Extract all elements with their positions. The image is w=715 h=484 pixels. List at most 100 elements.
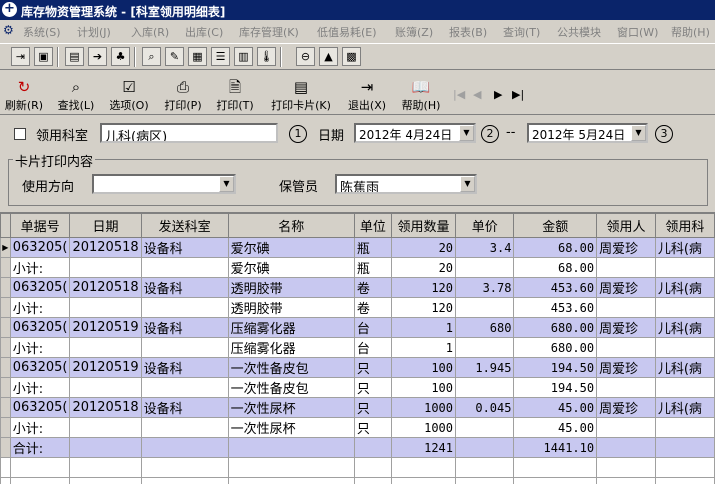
subtotal-row[interactable]: 小计: 透明胶带卷 120 453.60 xyxy=(0,297,715,318)
last-record-icon[interactable]: ▶| xyxy=(512,88,524,101)
table-cell[interactable]: 1241 xyxy=(390,437,457,458)
table-cell[interactable] xyxy=(140,257,229,278)
print-t-button[interactable]: 🗎 打印(T) xyxy=(212,77,258,113)
table-cell[interactable] xyxy=(596,417,656,438)
menu-system[interactable]: 系统(S) xyxy=(23,24,61,40)
keeper-select[interactable]: 陈蕉雨 ▼ xyxy=(335,174,477,194)
find-button[interactable]: ⌕ 查找(L) xyxy=(54,77,98,113)
table-cell[interactable]: 20120519 xyxy=(69,317,142,338)
subtotal-row[interactable]: 小计: 一次性尿杯只 1000 45.00 xyxy=(0,417,715,438)
date-from-picker[interactable]: 2012年 4月24日 ▼ xyxy=(354,123,476,143)
next-record-icon[interactable]: ▶ xyxy=(494,88,502,101)
menu-outbound[interactable]: 出库(C) xyxy=(185,24,223,40)
column-header[interactable]: 金额 xyxy=(513,213,598,238)
table-cell[interactable]: 只 xyxy=(353,397,392,418)
subtotal-row[interactable]: 小计: 一次性备皮包只 100 194.50 xyxy=(0,377,715,398)
direction-select[interactable]: ▼ xyxy=(92,174,236,194)
column-header[interactable]: 单据号 xyxy=(9,213,71,238)
table-cell[interactable]: 压缩雾化器 xyxy=(227,337,355,358)
table-cell[interactable]: 瓶 xyxy=(353,257,392,278)
table-cell[interactable]: 小计: xyxy=(9,417,71,438)
chevron-down-icon[interactable]: ▼ xyxy=(460,176,475,192)
inbox-icon[interactable]: ▥ xyxy=(234,47,253,66)
table-cell[interactable] xyxy=(596,257,656,278)
detail-grid[interactable]: 单据号 日期 发送科室 名称 单位 领用数量 单价 金额 领用人 领用科 ▶ 06… xyxy=(0,212,715,484)
table-row[interactable]: 063205(20120519 设备科 一次性备皮包只 100 1.945 194.50 周… xyxy=(0,357,715,378)
date-to-picker[interactable]: 2012年 5月24日 ▼ xyxy=(527,123,648,143)
table-cell[interactable]: 063205( xyxy=(9,397,71,418)
dept-field[interactable]: 儿科(病区) xyxy=(100,123,278,143)
table-cell[interactable]: 一次性尿杯 xyxy=(227,397,355,418)
export-icon[interactable]: ➔ xyxy=(88,47,107,66)
minus-circle-icon[interactable]: ⊖ xyxy=(296,47,315,66)
grid-icon[interactable]: ▦ xyxy=(188,47,207,66)
table-cell[interactable]: 爱尔碘 xyxy=(227,257,355,278)
table-cell[interactable]: 设备科 xyxy=(140,317,229,338)
table-cell[interactable]: 台 xyxy=(353,317,392,338)
table-cell[interactable]: 680.00 xyxy=(513,337,598,358)
thermometer-icon[interactable]: 🌡 xyxy=(257,47,276,66)
table-cell[interactable]: 瓶 xyxy=(353,237,392,258)
table-cell[interactable]: 儿科(病 xyxy=(654,357,715,378)
table-cell[interactable]: 小计: xyxy=(9,337,71,358)
table-cell[interactable] xyxy=(69,377,142,398)
table-cell[interactable] xyxy=(69,257,142,278)
table-cell[interactable]: 680 xyxy=(455,317,515,338)
table-cell[interactable]: 只 xyxy=(353,417,392,438)
print-card-button[interactable]: ▤ 打印卡片(K) xyxy=(266,77,336,113)
table-cell[interactable]: 063205( xyxy=(9,237,71,258)
table-cell[interactable]: 透明胶带 xyxy=(227,297,355,318)
chevron-down-icon[interactable]: ▼ xyxy=(459,125,474,141)
chevron-down-icon[interactable]: ▼ xyxy=(631,125,646,141)
document-icon[interactable]: ▤ xyxy=(65,47,84,66)
table-cell[interactable]: 1 xyxy=(390,317,457,338)
table-cell[interactable]: 周爱珍 xyxy=(596,237,656,258)
column-header[interactable]: 单价 xyxy=(455,213,515,238)
table-cell[interactable]: 20120518 xyxy=(69,237,142,258)
table-cell[interactable]: 周爱珍 xyxy=(596,357,656,378)
prev-record-icon[interactable]: ◀ xyxy=(473,88,481,101)
table-cell[interactable]: 120 xyxy=(390,277,457,298)
table-cell[interactable]: 1 xyxy=(390,337,457,358)
table-cell[interactable]: 0.045 xyxy=(455,397,515,418)
table-cell[interactable]: 设备科 xyxy=(140,277,229,298)
table-cell[interactable] xyxy=(654,297,715,318)
menu-window[interactable]: 窗口(W) xyxy=(617,24,658,40)
table-cell[interactable]: 小计: xyxy=(9,297,71,318)
table-cell[interactable] xyxy=(596,297,656,318)
first-record-icon[interactable]: |◀ xyxy=(453,88,465,101)
table-cell[interactable]: 3.78 xyxy=(455,277,515,298)
column-header[interactable]: 名称 xyxy=(227,213,355,238)
table-cell[interactable] xyxy=(140,377,229,398)
table-cell[interactable] xyxy=(654,417,715,438)
menu-common[interactable]: 公共模块 xyxy=(557,24,601,40)
table-cell[interactable]: 1000 xyxy=(390,397,457,418)
table-cell[interactable]: 小计: xyxy=(9,257,71,278)
table-cell[interactable] xyxy=(596,437,656,458)
table-cell[interactable]: 卷 xyxy=(353,297,392,318)
table-cell[interactable]: 063205( xyxy=(9,317,71,338)
table-row[interactable]: ▶ 063205(20120518 设备科 爱尔碘瓶 20 3.4 68.00 周爱珍 儿科(病 xyxy=(0,237,715,258)
table-cell[interactable]: 1441.10 xyxy=(513,437,598,458)
table-cell[interactable]: 周爱珍 xyxy=(596,397,656,418)
table-cell[interactable]: 20120518 xyxy=(69,397,142,418)
books-icon[interactable]: ▲ xyxy=(319,47,338,66)
subtotal-row[interactable]: 小计: 爱尔碘瓶 20 68.00 xyxy=(0,257,715,278)
table-cell[interactable] xyxy=(455,377,515,398)
table-cell[interactable] xyxy=(69,297,142,318)
column-header[interactable]: 领用人 xyxy=(596,213,656,238)
table-cell[interactable]: 453.60 xyxy=(513,297,598,318)
search-icon[interactable]: ⌕ xyxy=(142,47,161,66)
column-header[interactable]: 领用数量 xyxy=(390,213,457,238)
table-cell[interactable]: 20120519 xyxy=(69,357,142,378)
table-cell[interactable]: 一次性备皮包 xyxy=(227,357,355,378)
table-cell[interactable]: 一次性备皮包 xyxy=(227,377,355,398)
refresh-button[interactable]: ↻ 刷新(R) xyxy=(3,77,45,113)
table-cell[interactable] xyxy=(654,337,715,358)
table-cell[interactable]: 120 xyxy=(390,297,457,318)
table-cell[interactable]: 透明胶带 xyxy=(227,277,355,298)
table-row[interactable]: 063205(20120519 设备科 压缩雾化器台 1 680 680.00 周爱珍 儿科(… xyxy=(0,317,715,338)
table-cell[interactable] xyxy=(654,257,715,278)
table-cell[interactable]: 周爱珍 xyxy=(596,317,656,338)
menu-plan[interactable]: 计划(J) xyxy=(77,24,111,40)
